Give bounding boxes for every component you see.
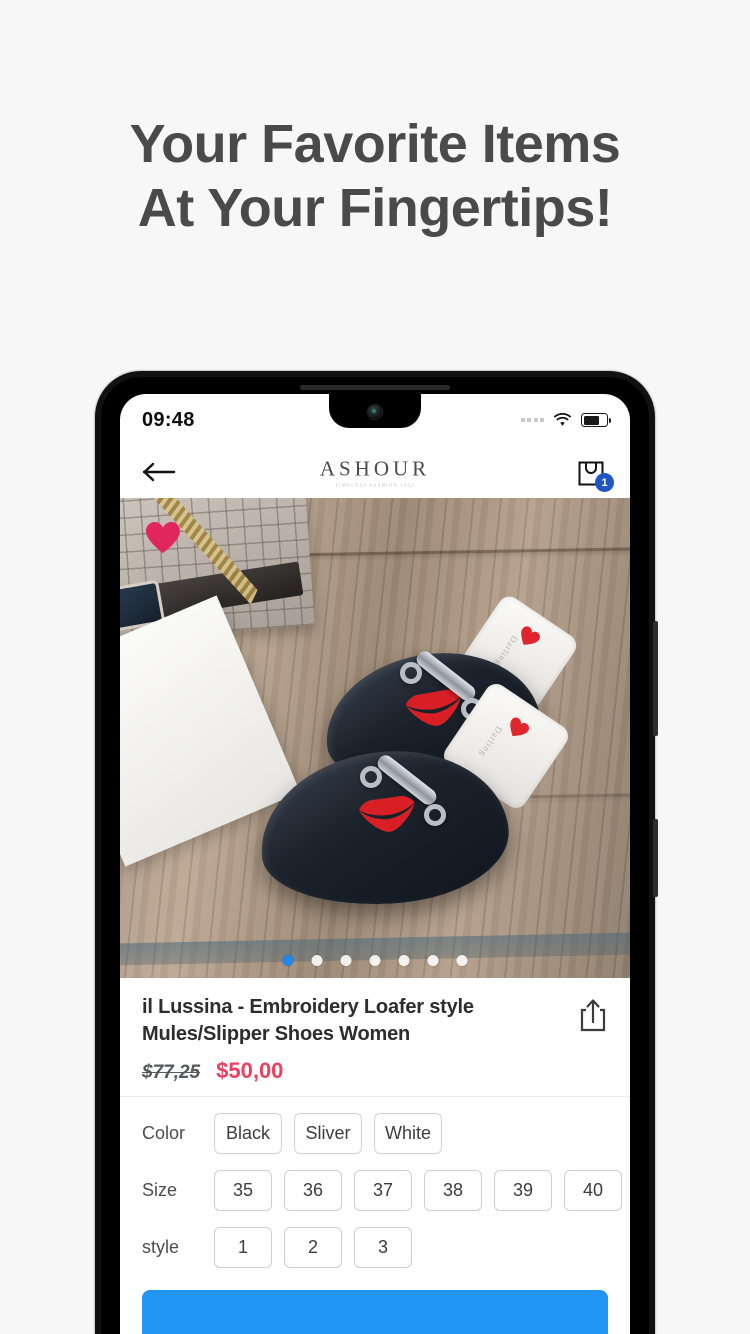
size-chips: 35 36 37 38 39 40 (214, 1170, 622, 1211)
camera-lens-dot (372, 409, 376, 413)
wifi-icon (553, 413, 572, 427)
size-chip-39[interactable]: 39 (494, 1170, 552, 1211)
carousel-dots[interactable] (282, 955, 468, 966)
product-image-carousel[interactable]: GENERAL RIS Darling Darling (120, 498, 630, 978)
insole-brand-text: Darling (477, 724, 505, 760)
carousel-dot[interactable] (311, 955, 323, 966)
size-chip-35[interactable]: 35 (214, 1170, 272, 1211)
headline-line-1: Your Favorite Items (129, 114, 621, 174)
status-indicators (520, 413, 611, 427)
carousel-dot-active[interactable] (282, 955, 294, 966)
size-label: Size (142, 1180, 178, 1200)
current-price: $50,00 (216, 1058, 284, 1083)
add-to-cart-button[interactable] (142, 1290, 608, 1334)
style-chips: 1 2 3 (214, 1227, 412, 1268)
color-chips: Black Sliver White (214, 1113, 442, 1154)
price-block: $77,25 $50,00 (142, 1058, 568, 1084)
cart-badge: 1 (595, 473, 614, 492)
carousel-dot[interactable] (427, 955, 439, 966)
display-notch (329, 394, 421, 428)
color-chip-white[interactable]: White (374, 1113, 442, 1154)
horsebit-ring (400, 662, 422, 684)
style-chip-2[interactable]: 2 (284, 1227, 342, 1268)
product-info: il Lussina - Embroidery Loafer style Mul… (120, 978, 630, 1096)
power-button[interactable] (653, 819, 658, 897)
volume-button[interactable] (653, 621, 658, 736)
phone-mockup: 09:48 ASHOUR TIMELESS FASHION 1952 1 GEN… (95, 371, 658, 1334)
product-title: il Lussina - Embroidery Loafer style Mul… (142, 996, 474, 1045)
horsebit-ring (360, 766, 382, 788)
carousel-dot[interactable] (369, 955, 381, 966)
size-option-row: Size 35 36 37 38 39 40 (142, 1170, 622, 1211)
brand-logo: ASHOUR TIMELESS FASHION 1952 (320, 457, 430, 488)
cart-button[interactable]: 1 (574, 455, 614, 492)
color-chip-black[interactable]: Black (214, 1113, 282, 1154)
headline-line-2: At Your Fingertips! (137, 178, 613, 238)
carousel-dot[interactable] (340, 955, 352, 966)
front-camera-icon (368, 405, 382, 419)
app-header: ASHOUR TIMELESS FASHION 1952 1 (120, 446, 630, 498)
old-price: $77,25 (142, 1062, 201, 1083)
status-time: 09:48 (142, 408, 195, 431)
color-option-row: Color Black Sliver White (142, 1113, 608, 1154)
style-option-row: style 1 2 3 (142, 1227, 608, 1268)
promo-headline: Your Favorite Items At Your Fingertips! (0, 112, 750, 240)
back-arrow-icon[interactable] (142, 461, 176, 483)
insole-brand-text: Darling (492, 633, 520, 669)
brand-tagline: TIMELESS FASHION 1952 (334, 482, 416, 488)
product-options: Color Black Sliver White Size 35 36 37 3… (120, 1097, 630, 1268)
size-chip-40[interactable]: 40 (564, 1170, 622, 1211)
phone-screen: 09:48 ASHOUR TIMELESS FASHION 1952 1 GEN… (120, 394, 630, 1334)
size-chip-37[interactable]: 37 (354, 1170, 412, 1211)
insole-heart-icon (504, 716, 531, 742)
shoe-front: Darling (253, 679, 580, 928)
magazine-small-text: GENERAL (120, 652, 124, 718)
share-icon[interactable] (578, 998, 608, 1032)
color-label: Color (142, 1123, 186, 1143)
battery-icon (581, 413, 611, 427)
style-chip-1[interactable]: 1 (214, 1227, 272, 1268)
earpiece-speaker (300, 385, 450, 390)
carousel-dot[interactable] (398, 955, 410, 966)
style-chip-3[interactable]: 3 (354, 1227, 412, 1268)
insole-heart-icon (515, 624, 542, 650)
signal-dots-icon (520, 418, 544, 422)
brand-name: ASHOUR (319, 456, 431, 481)
carousel-dot[interactable] (456, 955, 468, 966)
style-label: style (142, 1237, 180, 1257)
color-chip-sliver[interactable]: Sliver (294, 1113, 362, 1154)
horsebit-ring (424, 804, 446, 826)
size-chip-38[interactable]: 38 (424, 1170, 482, 1211)
product-info-text: il Lussina - Embroidery Loafer style Mul… (142, 994, 578, 1084)
size-chip-36[interactable]: 36 (284, 1170, 342, 1211)
